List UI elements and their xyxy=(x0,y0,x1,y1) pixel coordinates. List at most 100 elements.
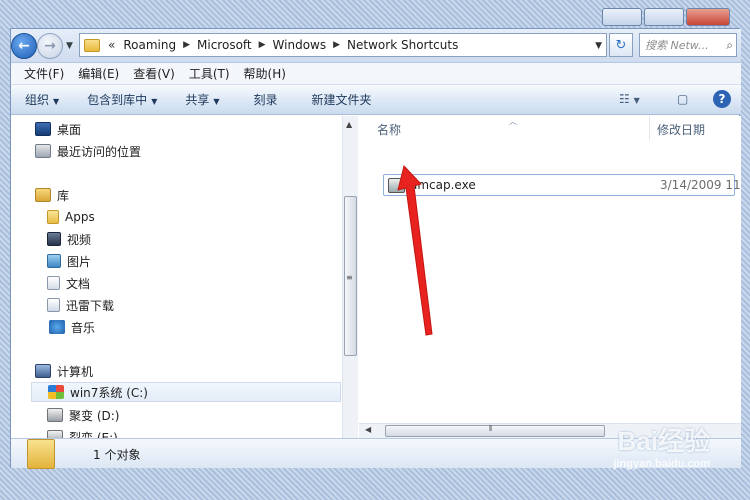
menu-edit[interactable]: 编辑(E) xyxy=(71,65,126,82)
file-list-pane: 名称 ︿ 修改日期 amcap.exe 3/14/2009 11:4 ◀ ⦀ xyxy=(359,116,741,438)
menu-file[interactable]: 文件(F) xyxy=(17,65,71,82)
nav-item-label: 最近访问的位置 xyxy=(57,144,142,159)
explorer-window: ← → ▼ « Roaming ▶ Microsoft ▶ Windows ▶ … xyxy=(10,28,741,469)
scrollbar-thumb[interactable] xyxy=(385,425,605,437)
breadcrumb-separator-icon[interactable]: ▶ xyxy=(180,40,193,50)
nav-item-drive-e[interactable]: 裂变 (E:) xyxy=(47,427,118,438)
new-folder-button[interactable]: 新建文件夹 xyxy=(290,91,384,108)
column-name-header[interactable]: 名称 xyxy=(377,121,401,138)
menu-bar: 文件(F) 编辑(E) 查看(V) 工具(T) 帮助(H) xyxy=(11,63,741,85)
nav-item-recent[interactable]: 最近访问的位置 xyxy=(35,141,141,161)
folder-icon xyxy=(27,439,55,469)
column-date-header[interactable]: 修改日期 xyxy=(657,121,705,138)
search-icon[interactable]: ⌕ xyxy=(726,38,733,53)
maximize-button[interactable] xyxy=(644,8,684,26)
nav-item-pictures[interactable]: 图片 xyxy=(47,251,91,271)
windows-drive-icon xyxy=(48,385,64,399)
refresh-icon: ↻ xyxy=(615,37,627,53)
nav-item-label: 音乐 xyxy=(71,320,96,335)
breadcrumb-separator-icon[interactable]: ▶ xyxy=(256,40,269,50)
nav-item-videos[interactable]: 视频 xyxy=(47,229,91,249)
menu-view[interactable]: 查看(V) xyxy=(126,65,182,82)
nav-item-label: 裂变 (E:) xyxy=(69,430,118,439)
nav-item-desktop[interactable]: 桌面 xyxy=(35,119,81,139)
address-dropdown-icon[interactable]: ▼ xyxy=(595,41,602,51)
arrow-left-icon: ← xyxy=(18,38,30,54)
view-list-icon: ☷ xyxy=(619,92,630,106)
nav-item-label: Apps xyxy=(65,210,95,224)
nav-item-drive-d[interactable]: 聚变 (D:) xyxy=(47,405,119,425)
window-controls xyxy=(602,8,730,26)
include-in-library-button[interactable]: 包含到库中 ▼ xyxy=(71,91,169,108)
nav-item-music[interactable]: 音乐 xyxy=(47,317,95,337)
nav-item-label: 视频 xyxy=(67,232,92,247)
refresh-button[interactable]: ↻ xyxy=(609,33,633,57)
help-button[interactable]: ? xyxy=(713,90,731,108)
recent-pages-dropdown[interactable]: ▼ xyxy=(66,41,73,51)
breadcrumb-roaming[interactable]: Roaming xyxy=(119,38,180,52)
breadcrumb-separator-icon[interactable]: ▶ xyxy=(330,40,343,50)
watermark: Bai经验 jingyan.baidu.com xyxy=(613,421,710,470)
nav-item-label: 文档 xyxy=(66,276,91,291)
menu-help[interactable]: 帮助(H) xyxy=(237,65,293,82)
nav-item-drive-c[interactable]: win7系统 (C:) xyxy=(31,382,341,402)
share-label: 共享 xyxy=(185,93,210,107)
search-placeholder: 搜索 Netw... xyxy=(645,39,709,52)
desktop-icon xyxy=(35,122,51,136)
nav-item-libraries[interactable]: 库 xyxy=(35,185,69,205)
column-headers: 名称 ︿ 修改日期 xyxy=(359,116,741,140)
preview-pane-icon: ▢ xyxy=(677,92,689,106)
video-icon xyxy=(47,232,61,246)
nav-item-label: 桌面 xyxy=(57,122,82,137)
breadcrumb-network-shortcuts[interactable]: Network Shortcuts xyxy=(343,38,462,52)
burn-button[interactable]: 刻录 xyxy=(232,91,290,108)
breadcrumb-windows[interactable]: Windows xyxy=(269,38,331,52)
include-in-library-label: 包含到库中 xyxy=(87,93,148,107)
nav-item-thunder-downloads[interactable]: 迅雷下载 xyxy=(47,295,114,315)
chevron-down-icon: ▼ xyxy=(151,97,158,106)
nav-item-label: 库 xyxy=(57,188,70,203)
file-row[interactable]: amcap.exe 3/14/2009 11:4 xyxy=(383,174,741,196)
watermark-logo: Bai经验 xyxy=(617,426,710,456)
nav-item-documents[interactable]: 文档 xyxy=(47,273,90,293)
download-folder-icon xyxy=(47,298,60,312)
forward-button[interactable]: → xyxy=(37,33,63,59)
drive-icon xyxy=(47,408,63,422)
nav-item-label: 聚变 (D:) xyxy=(69,408,120,423)
preview-pane-button[interactable]: ▢ xyxy=(677,92,688,106)
column-divider[interactable] xyxy=(649,116,650,140)
scroll-left-icon[interactable]: ◀ xyxy=(365,425,371,434)
menu-tools[interactable]: 工具(T) xyxy=(182,65,237,82)
watermark-url: jingyan.baidu.com xyxy=(613,458,710,470)
organize-label: 组织 xyxy=(25,93,50,107)
library-icon xyxy=(35,188,51,202)
picture-icon xyxy=(47,254,61,268)
organize-button[interactable]: 组织 ▼ xyxy=(23,91,71,108)
nav-item-label: 图片 xyxy=(67,254,92,269)
address-toolbar: ← → ▼ « Roaming ▶ Microsoft ▶ Windows ▶ … xyxy=(11,29,741,63)
minimize-button[interactable] xyxy=(602,8,642,26)
change-view-button[interactable]: ☷ ▼ xyxy=(619,92,640,106)
chevron-down-icon: ▼ xyxy=(633,96,640,105)
arrow-right-icon: → xyxy=(44,38,56,54)
nav-item-apps[interactable]: Apps xyxy=(47,207,95,227)
breadcrumb-microsoft[interactable]: Microsoft xyxy=(193,38,256,52)
search-input[interactable]: 搜索 Netw... ⌕ xyxy=(639,33,737,57)
share-button[interactable]: 共享 ▼ xyxy=(169,91,231,108)
back-button[interactable]: ← xyxy=(11,33,37,59)
address-bar[interactable]: « Roaming ▶ Microsoft ▶ Windows ▶ Networ… xyxy=(79,33,607,57)
nav-item-label: 计算机 xyxy=(57,364,94,379)
nav-item-computer[interactable]: 计算机 xyxy=(35,361,93,381)
sort-ascending-icon: ︿ xyxy=(509,117,517,126)
exe-file-icon xyxy=(388,178,405,193)
navigation-scrollbar[interactable]: ▲ ≡ xyxy=(342,116,358,438)
document-icon xyxy=(47,276,60,290)
drive-icon xyxy=(47,430,63,438)
close-button[interactable] xyxy=(686,8,730,26)
nav-item-label: 迅雷下载 xyxy=(66,298,115,313)
item-count: 1 个对象 xyxy=(93,448,141,462)
breadcrumb-overflow[interactable]: « xyxy=(106,38,119,52)
folder-icon xyxy=(47,210,59,224)
scroll-up-icon[interactable]: ▲ xyxy=(346,120,352,129)
folder-icon xyxy=(84,38,100,52)
